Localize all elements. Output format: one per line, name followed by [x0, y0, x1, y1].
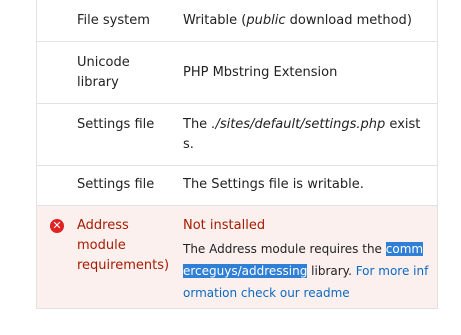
row-label: Settings file: [77, 177, 155, 192]
status-text: Not installed: [183, 218, 266, 233]
error-icon: ✕: [50, 219, 64, 233]
row-value: The Settings file is writable.: [183, 177, 364, 192]
row-label: File system: [77, 13, 150, 28]
table-row: File system Writable (public download me…: [36, 0, 438, 42]
row-label: Settings file: [77, 117, 155, 132]
row-value: PHP Mbstring Extension: [183, 65, 338, 80]
row-value: The ./sites/default/settings.php exists.: [183, 117, 421, 152]
row-value: Not installed The Address module require…: [183, 216, 429, 304]
table-row: Settings file The Settings file is writa…: [36, 166, 438, 206]
table-row-error: ✕ Address module requirements) Not insta…: [36, 206, 438, 309]
table-row: Settings file The ./sites/default/settin…: [36, 104, 438, 166]
row-label: Unicode library: [77, 55, 130, 90]
row-label: Address module requirements): [77, 218, 170, 273]
table-row: Unicode library PHP Mbstring Extension: [36, 42, 438, 104]
row-description: The Address module requires the commerce…: [183, 242, 429, 300]
row-value: Writable (public download method): [183, 13, 412, 28]
status-report-table: File system Writable (public download me…: [36, 0, 438, 309]
